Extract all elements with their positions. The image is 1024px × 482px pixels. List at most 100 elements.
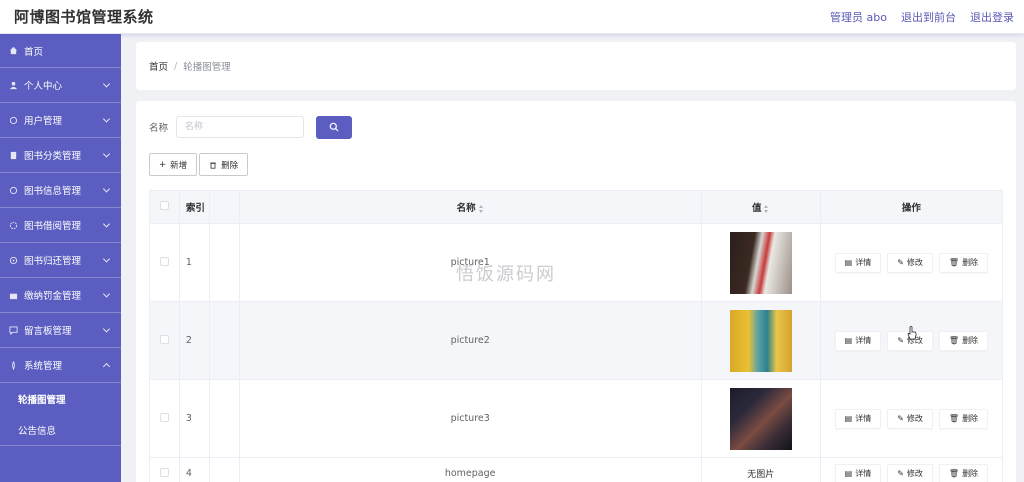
sort-icon [478,204,484,213]
sidebar-item-label: 图书归还管理 [24,256,82,267]
breadcrumb-separator: / [174,60,178,72]
header-index: 索引 [179,190,211,224]
edit-icon: ✎ [897,469,904,478]
row-index: 4 [179,457,211,482]
trash-icon: 🗑 [948,336,960,345]
sidebar-item-book-info[interactable]: 图书信息管理 [0,173,121,208]
delete-button[interactable]: 删除 [199,153,249,176]
chevron-down-icon [102,255,111,263]
add-button[interactable]: + 新增 [149,153,198,176]
sidebar: 首页 个人中心 用户管理 图书分类管理 图书信息管理 图书借阅管理 图书归还管理… [0,34,121,482]
top-header: 阿博图书馆管理系统 管理员 abo 退出到前台 退出登录 [0,0,1024,34]
trash-icon: 🗑 [948,414,960,423]
sidebar-subitem-announcement[interactable]: 公告信息 [0,414,121,445]
sidebar-item-profile[interactable]: 个人中心 [0,68,121,103]
fine-icon [8,290,18,300]
sidebar-item-label: 图书分类管理 [24,151,82,162]
edit-icon: ✎ [897,336,904,345]
user-icon [8,80,18,90]
edit-button[interactable]: ✎ 修改 [887,463,933,482]
row-checkbox[interactable] [159,256,169,266]
trash-icon [210,162,216,169]
row-image[interactable] [729,309,792,372]
book-icon [8,185,18,195]
sidebar-item-home[interactable]: 首页 [0,34,121,68]
row-checkbox[interactable] [159,334,169,344]
sidebar-item-label: 缴纳罚金管理 [24,291,82,302]
chevron-down-icon [102,325,111,333]
search-input[interactable] [176,116,305,138]
row-checkbox[interactable] [159,467,169,477]
delete-row-button[interactable]: 🗑 删除 [938,330,989,351]
sidebar-item-users[interactable]: 用户管理 [0,103,121,138]
header-links: 管理员 abo 退出到前台 退出登录 [830,9,1014,25]
sidebar-item-label: 用户管理 [24,116,63,127]
chevron-up-icon [102,362,111,371]
edit-icon: ✎ [897,258,904,267]
row-no-image: 无图片 [747,470,775,480]
row-image[interactable] [729,387,792,450]
header-name[interactable]: 名称 [239,190,702,224]
exit-to-frontend-link[interactable]: 退出到前台 [901,9,956,25]
sidebar-item-borrow[interactable]: 图书借阅管理 [0,208,121,243]
sidebar-subitem-carousel[interactable]: 轮播图管理 [0,383,121,414]
sidebar-item-fine[interactable]: 缴纳罚金管理 [0,278,121,313]
document-icon: ▤ [844,258,853,267]
detail-button[interactable]: ▤ 详情 [834,330,882,351]
admin-user-label[interactable]: 管理员 abo [830,9,887,25]
document-icon: ▤ [844,469,853,478]
trash-icon: 🗑 [948,258,960,267]
table-row: 2 picture2 ▤ 详情 ✎ 修改 🗑 删除 [149,301,1004,380]
logout-link[interactable]: 退出登录 [970,9,1014,25]
main-content: 首页 / 轮播图管理 名称 + 新增 删除 索引 [136,42,1016,482]
chevron-down-icon [102,150,111,158]
detail-button[interactable]: ▤ 详情 [834,252,882,273]
edit-button[interactable]: ✎ 修改 [887,252,933,273]
row-index: 2 [179,301,211,380]
row-index: 1 [179,223,211,302]
sidebar-item-label: 图书信息管理 [24,186,82,197]
sidebar-item-book-category[interactable]: 图书分类管理 [0,138,121,173]
breadcrumb-current: 轮播图管理 [183,62,231,73]
sidebar-item-label: 个人中心 [24,81,63,92]
breadcrumb-home[interactable]: 首页 [149,59,168,73]
chevron-down-icon [102,80,111,88]
category-icon [8,150,18,160]
message-icon [8,325,18,335]
action-row: + 新增 删除 [149,153,1003,176]
system-icon [8,360,18,370]
edit-button[interactable]: ✎ 修改 [887,408,933,429]
row-index: 3 [179,379,211,458]
header-spacer [209,190,240,224]
sidebar-item-label: 系统管理 [24,361,63,372]
home-icon [8,46,18,56]
delete-row-button[interactable]: 🗑 删除 [938,252,989,273]
delete-row-button[interactable]: 🗑 删除 [938,463,989,482]
detail-button[interactable]: ▤ 详情 [834,408,882,429]
document-icon: ▤ [844,336,853,345]
row-name: homepage [239,457,702,482]
plus-icon: + [159,159,167,170]
chevron-down-icon [102,220,111,228]
search-button[interactable] [316,115,353,139]
sidebar-item-message-board[interactable]: 留言板管理 [0,313,121,348]
row-checkbox[interactable] [159,412,169,422]
header-value[interactable]: 值 [701,190,821,224]
detail-button[interactable]: ▤ 详情 [834,463,882,482]
sidebar-item-label: 首页 [24,46,44,58]
table-row: 4 homepage 无图片 ▤ 详情 ✎ 修改 🗑 删除 [149,457,1004,482]
table-header-row: 索引 名称 值 操作 [149,190,1004,224]
users-icon [8,115,18,125]
delete-row-button[interactable]: 🗑 删除 [938,408,989,429]
select-all-checkbox[interactable] [159,201,169,210]
content-card: 名称 + 新增 删除 索引 名称 值 [136,101,1016,482]
sidebar-item-return[interactable]: 图书归还管理 [0,243,121,278]
edit-icon: ✎ [897,414,904,423]
search-label: 名称 [149,123,169,134]
chevron-down-icon [102,290,111,298]
sort-icon [764,204,769,213]
row-image[interactable] [729,231,792,294]
breadcrumb: 首页 / 轮播图管理 [136,42,1016,90]
system-submenu: 轮播图管理 公告信息 [0,383,121,445]
sidebar-item-system[interactable]: 系统管理 [0,348,121,383]
